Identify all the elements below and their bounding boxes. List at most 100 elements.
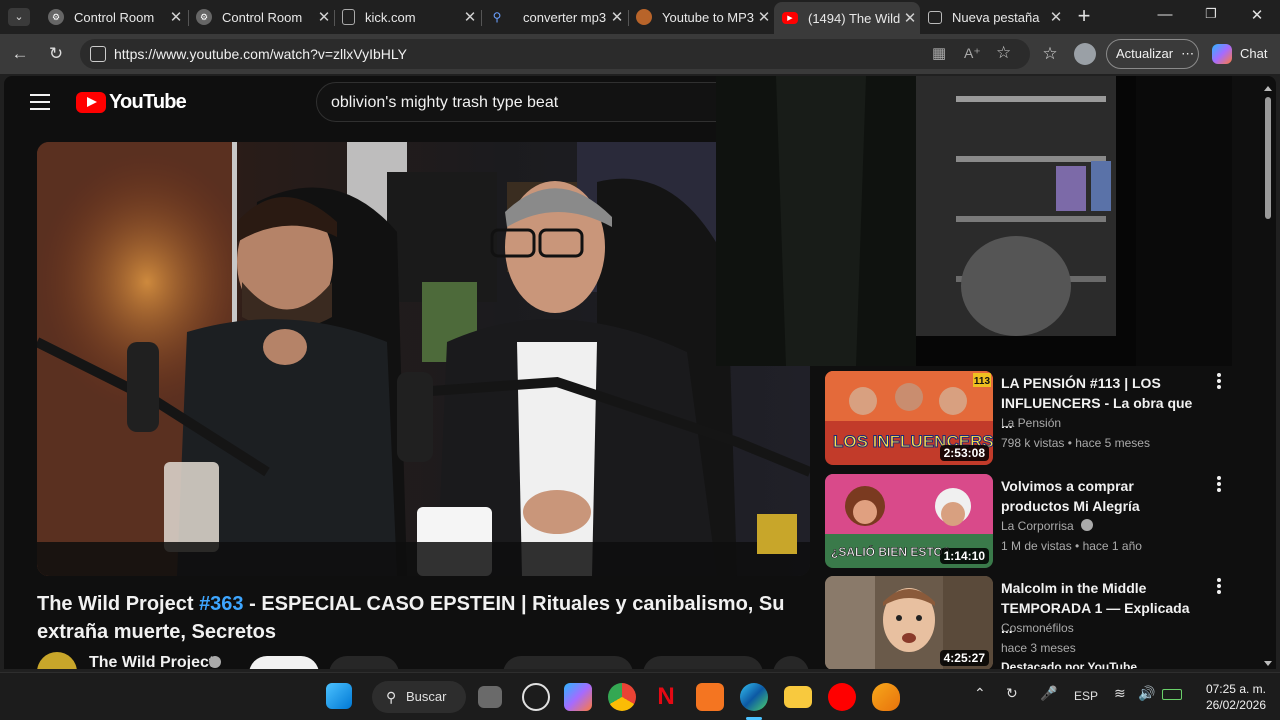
edge-app-icon[interactable] (740, 683, 768, 711)
recommendation-channel[interactable]: Cosmonéfilos (1001, 621, 1074, 635)
video-frame (37, 142, 810, 576)
hamburger-menu-icon[interactable] (30, 94, 50, 110)
language-indicator[interactable]: ESP (1074, 689, 1098, 703)
scrollbar-down-arrow-icon[interactable] (1264, 661, 1272, 666)
taskbar-search-box[interactable]: ⚲ Buscar (372, 681, 466, 713)
minimize-button[interactable]: — (1150, 6, 1180, 28)
profile-avatar[interactable] (1074, 43, 1096, 65)
join-button[interactable] (329, 656, 399, 669)
tab-title: Youtube to MP3 (662, 9, 754, 25)
browser-toolbar: ← ↻ https://www.youtube.com/watch?v=zllx… (0, 34, 1280, 74)
favorites-icon[interactable]: ☆ (1038, 42, 1062, 66)
copilot-chat-button[interactable]: Chat (1206, 39, 1272, 69)
apps-icon[interactable]: ▦ (932, 44, 946, 62)
tab-youtube-to-mp3[interactable]: Youtube to MP3 ✕ (628, 4, 774, 30)
recommendation-item[interactable]: ¿SALIÓ BIEN ESTO? 1:14:10 Volvimos a com… (825, 474, 1245, 570)
reload-icon[interactable]: ↻ (44, 42, 68, 66)
more-actions-button[interactable] (773, 656, 809, 669)
subscribe-button[interactable] (249, 656, 319, 669)
tab-strip: ⌄ ⚙ Control Room ✕ ⚙ Control Room ✕ kick… (0, 0, 1280, 34)
kick-favicon-icon: ⚙ (196, 9, 212, 25)
restore-button[interactable]: ❐ (1196, 6, 1226, 28)
show-hidden-icons-chevron-icon[interactable]: ⌃ (974, 685, 986, 702)
title-hashtag-link[interactable]: #363 (199, 593, 244, 615)
close-window-button[interactable]: ✕ (1242, 6, 1272, 28)
scrollbar-thumb[interactable] (1265, 97, 1271, 219)
share-button[interactable] (643, 656, 763, 669)
recommendation-channel-row[interactable]: La Corporrisa (1001, 519, 1094, 533)
duration-badge: 4:25:27 (939, 650, 989, 666)
close-tab-icon[interactable]: ✕ (460, 8, 480, 26)
youtube-favicon-icon: ▶ (782, 12, 798, 24)
task-view-icon[interactable] (478, 686, 502, 708)
tab-title: kick.com (365, 9, 416, 25)
close-tab-icon[interactable]: ✕ (900, 9, 920, 27)
close-tab-icon[interactable]: ✕ (1046, 8, 1066, 26)
wifi-icon[interactable]: ≋ (1114, 685, 1126, 702)
close-tab-icon[interactable]: ✕ (166, 8, 186, 26)
tab-control-room-1[interactable]: ⚙ Control Room ✕ (40, 4, 186, 30)
search-favicon-icon: ⚲ (492, 10, 502, 24)
microphone-icon[interactable]: 🎤 (1040, 685, 1057, 702)
sync-icon[interactable]: ↻ (1006, 685, 1018, 702)
recommendation-title[interactable]: Volvimos a comprar productos Mi Alegría (1001, 476, 1201, 516)
fl-studio-app-icon[interactable] (872, 683, 900, 711)
video-player[interactable] (37, 142, 810, 576)
thumbnail-text: ¿SALIÓ BIEN ESTO? (831, 544, 950, 559)
volume-icon[interactable]: 🔊 (1138, 685, 1155, 702)
new-tab-button[interactable]: + (1072, 3, 1096, 29)
netflix-app-icon[interactable]: N (652, 683, 680, 711)
url-text: https://www.youtube.com/watch?v=zllxVyIb… (114, 46, 407, 62)
update-button[interactable]: Actualizar ⋯ (1106, 39, 1199, 69)
taskbar-clock[interactable]: 07:25 a. m. 26/02/2026 (1196, 681, 1266, 713)
copilot-app-icon[interactable] (564, 683, 592, 711)
close-tab-icon[interactable]: ✕ (754, 8, 774, 26)
recommendation-channel[interactable]: La Pensión (1001, 416, 1061, 430)
copilot-icon (1212, 44, 1232, 64)
recommendation-thumbnail[interactable]: ¿SALIÓ BIEN ESTO? 1:14:10 (825, 474, 993, 568)
scrollbar-up-arrow-icon[interactable] (1264, 86, 1272, 91)
youtube-music-app-icon[interactable] (828, 683, 856, 711)
duration-badge: 1:14:10 (939, 548, 989, 564)
address-bar[interactable]: https://www.youtube.com/watch?v=zllxVyIb… (80, 39, 1030, 69)
file-explorer-icon[interactable] (784, 686, 812, 708)
search-icon: ⚲ (386, 689, 397, 705)
like-button[interactable] (503, 656, 633, 669)
back-arrow-icon[interactable]: ← (8, 42, 32, 66)
more-options-icon[interactable] (1211, 576, 1227, 596)
tab-the-wild-active[interactable]: ▶ (1494) The Wild ✕ (774, 2, 920, 34)
tab-actions-chevron-icon[interactable]: ⌄ (8, 8, 30, 26)
verified-icon (209, 656, 221, 668)
recommendation-item[interactable]: 113 LOS INFLUENCERS 2:53:08 LA PENSIÓN #… (825, 371, 1245, 467)
page-scrollbar[interactable] (1264, 86, 1272, 666)
recommendation-thumbnail[interactable]: 4:25:27 (825, 576, 993, 669)
overlay-video-window[interactable] (716, 76, 1232, 366)
read-aloud-icon[interactable]: A⁺ (964, 45, 981, 62)
close-tab-icon[interactable]: ✕ (314, 8, 334, 26)
tab-kick[interactable]: kick.com ✕ (334, 4, 480, 30)
overlay-frame (716, 76, 1232, 366)
site-info-icon[interactable] (90, 46, 106, 62)
tab-nueva-pestana[interactable]: Nueva pestaña ✕ (920, 4, 1066, 30)
recommendation-thumbnail[interactable]: 113 LOS INFLUENCERS 2:53:08 (825, 371, 993, 465)
tab-converter[interactable]: ⚲ converter mp3 - ✕ (481, 4, 627, 30)
more-options-icon[interactable] (1211, 474, 1227, 494)
crunchyroll-app-icon[interactable] (696, 683, 724, 711)
chrome-app-icon[interactable] (608, 683, 636, 711)
close-tab-icon[interactable]: ✕ (607, 8, 627, 26)
search-box[interactable]: oblivion's mighty trash type beat (316, 82, 736, 122)
battery-icon[interactable] (1162, 689, 1182, 700)
update-label: Actualizar (1116, 46, 1174, 61)
recommendation-channel[interactable]: La Corporrisa (1001, 519, 1074, 533)
channel-row: The Wild Project (37, 652, 810, 669)
search-input[interactable]: oblivion's mighty trash type beat (331, 94, 558, 112)
channel-name[interactable]: The Wild Project (89, 654, 214, 669)
recommendation-item[interactable]: 4:25:27 Malcolm in the Middle TEMPORADA … (825, 576, 1245, 669)
channel-avatar[interactable] (37, 652, 77, 669)
windows-start-icon[interactable] (326, 683, 352, 709)
favorite-star-icon[interactable]: ☆ (996, 43, 1011, 63)
more-options-icon[interactable] (1211, 371, 1227, 391)
tab-control-room-2[interactable]: ⚙ Control Room ✕ (188, 4, 334, 30)
youtube-logo[interactable]: YouTube (76, 91, 187, 113)
chatgpt-app-icon[interactable] (522, 683, 550, 711)
